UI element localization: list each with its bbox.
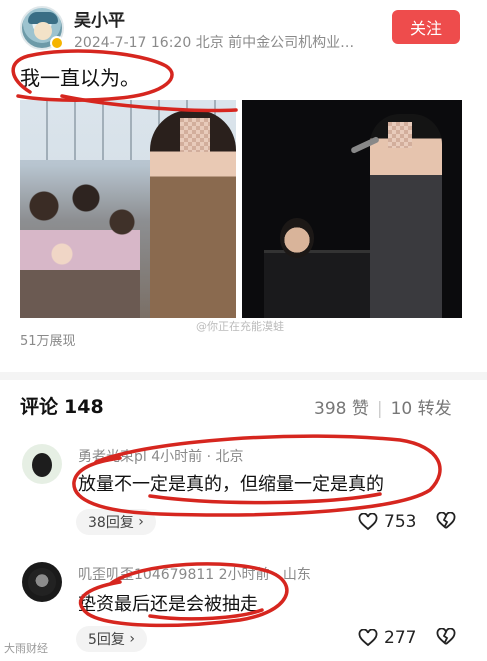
post-stats: 398 赞 | 10 转发 xyxy=(314,399,452,419)
chevron-right-icon: › xyxy=(124,631,135,647)
verified-badge-icon xyxy=(50,36,64,50)
replies-button[interactable]: 38回复 › xyxy=(76,509,156,535)
like-button[interactable]: 277 xyxy=(358,628,416,648)
like-count: 277 xyxy=(384,628,417,648)
comments-label: 评论 xyxy=(20,396,59,418)
broken-heart-icon xyxy=(436,627,456,645)
post-image-office-crowd[interactable] xyxy=(20,100,236,318)
post-text: 我一直以为。 xyxy=(20,66,140,90)
corner-watermark: 大雨财经 xyxy=(4,642,48,655)
replies-label: 38回复 xyxy=(88,515,134,531)
post-meta: 2024-7-17 16:20 北京 前中金公司机构业… xyxy=(74,35,355,51)
follow-button[interactable]: 关注 xyxy=(392,10,460,44)
likes-count[interactable]: 398 赞 xyxy=(314,399,369,419)
commenter-meta[interactable]: 叽歪叽歪104679811 2小时前 · 山东 xyxy=(78,564,311,584)
post-header: 吴小平 2024-7-17 16:20 北京 前中金公司机构业… 关注 xyxy=(0,0,487,60)
mosaic-blur xyxy=(180,118,210,152)
commenter-avatar[interactable] xyxy=(22,562,62,602)
view-count: 51万展现 xyxy=(20,334,76,349)
shares-count[interactable]: 10 转发 xyxy=(391,399,452,419)
broken-heart-icon xyxy=(436,511,456,529)
heart-icon xyxy=(358,513,378,531)
comments-title: 评论 148 xyxy=(20,392,104,419)
replies-label: 5回复 xyxy=(88,632,125,648)
dislike-button[interactable] xyxy=(436,511,456,535)
comments-count: 148 xyxy=(64,396,104,418)
comment-text: 放量不一定是真的，但缩量一定是真的 xyxy=(78,474,384,495)
mosaic-blur xyxy=(388,122,412,148)
dislike-button[interactable] xyxy=(436,627,456,651)
image-watermark: @你正在充能漠蛙 xyxy=(196,320,284,333)
like-button[interactable]: 753 xyxy=(358,512,416,532)
section-divider xyxy=(0,372,487,380)
replies-button[interactable]: 5回复 › xyxy=(76,626,147,652)
post-image-stage-singer[interactable] xyxy=(242,100,462,318)
comment-text: 垫资最后还是会被抽走 xyxy=(78,594,258,615)
chevron-right-icon: › xyxy=(133,514,144,530)
commenter-meta[interactable]: 勇者光束pl 4小时前 · 北京 xyxy=(78,446,243,466)
heart-icon xyxy=(358,629,378,647)
like-count: 753 xyxy=(384,512,417,532)
author-name[interactable]: 吴小平 xyxy=(74,6,125,31)
commenter-avatar[interactable] xyxy=(22,444,62,484)
